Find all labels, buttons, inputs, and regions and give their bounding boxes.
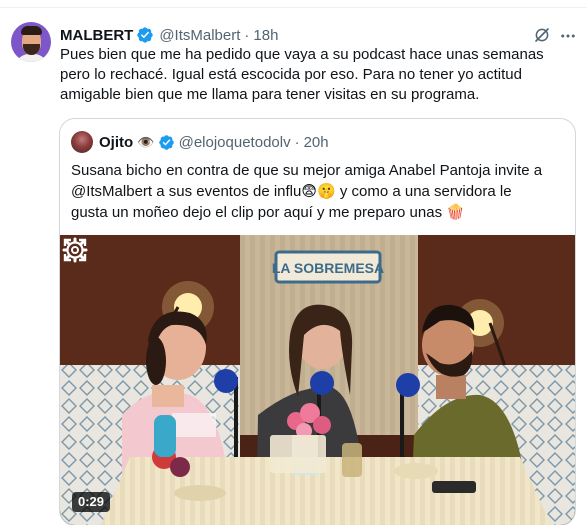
video-frame: LA SOBREMESA [60,235,575,525]
author-handle[interactable]: @ItsMalbert [159,27,240,44]
fullscreen-icon[interactable] [60,235,90,265]
video-player[interactable]: LA SOBREMESA 0:29 [60,235,575,525]
tweet-text: Pues bien que me ha pedido que vaya a su… [60,46,544,103]
quoted-author-avatar [71,131,93,153]
video-sign-text: LA SOBREMESA [272,260,384,276]
quoted-author-handle: @elojoquetodolv [178,133,291,151]
quoted-tweet-timestamp: 20h [303,133,329,151]
quoted-author-name: Ojito [99,133,134,151]
grok-icon[interactable] [533,26,551,44]
quoted-tweet[interactable]: Ojito 👁️ @elojoquetodolv · 20h Susana bi… [59,118,576,525]
separator-dot: · [244,26,250,44]
verified-badge-icon [158,134,174,150]
author-name[interactable]: MALBERT [60,27,133,44]
separator-dot: · [294,133,300,151]
more-options-icon[interactable] [559,27,577,45]
quoted-tweet-text: Susana bicho en contra de que su mejor a… [71,162,543,221]
tweet: MALBERT @ItsMalbert · 18h Pues bien que … [0,0,587,525]
verified-badge-icon [137,27,154,43]
eye-emoji: 👁️ [137,133,155,150]
author-avatar[interactable] [11,22,51,62]
divider [0,7,587,8]
video-duration: 0:29 [72,492,111,512]
tweet-timestamp[interactable]: 18h [253,27,278,44]
tweet-header: MALBERT @ItsMalbert · 18h [60,25,278,45]
quoted-tweet-header: Ojito 👁️ @elojoquetodolv · 20h [71,131,329,153]
